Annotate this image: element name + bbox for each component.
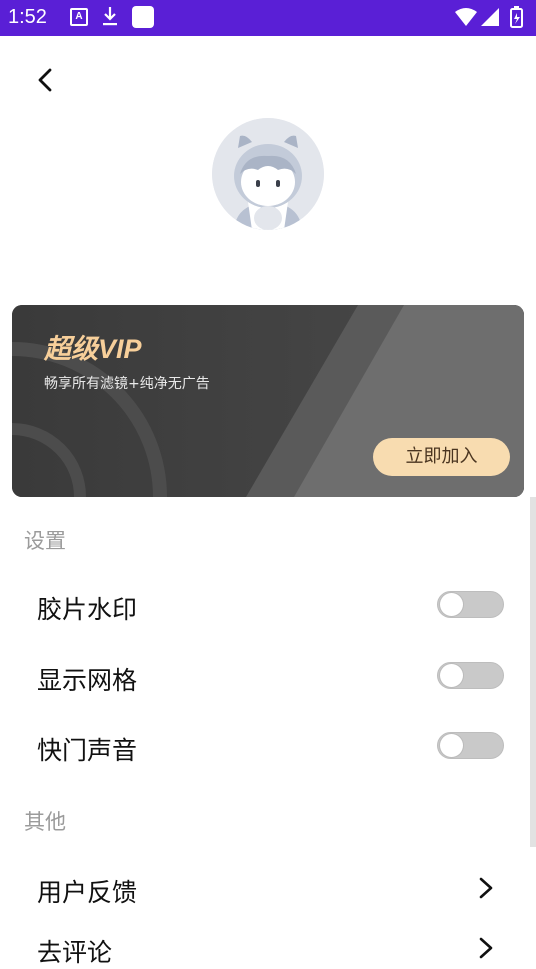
status-time: 1:52 (8, 6, 47, 28)
settings-section-title: 设置 (24, 529, 66, 553)
toggle-knob (440, 593, 463, 616)
toggle-knob (440, 664, 463, 687)
wifi-icon (455, 8, 477, 26)
user-feedback-item[interactable]: 用户反馈 (37, 873, 137, 909)
show-grid-label: 显示网格 (37, 666, 138, 695)
chevron-right-icon[interactable] (474, 873, 498, 903)
vip-title: 超级VIP (44, 334, 142, 364)
blank-notification-icon (132, 6, 154, 28)
toggle-knob (440, 734, 463, 757)
join-vip-button[interactable]: 立即加入 (373, 438, 510, 476)
write-review-item[interactable]: 去评论 (37, 933, 112, 969)
back-button[interactable] (28, 62, 64, 98)
vip-subtitle: 畅享所有滤镜+纯净无广告 (44, 376, 210, 392)
shutter-sound-toggle[interactable] (437, 732, 504, 759)
show-grid-toggle[interactable] (437, 662, 504, 689)
shutter-sound-label: 快门声音 (37, 736, 138, 765)
download-icon (102, 5, 118, 31)
signal-icon (481, 8, 499, 26)
a-notification-icon: A (70, 8, 88, 26)
film-watermark-label: 胶片水印 (37, 595, 138, 624)
status-bar: 1:52 A (0, 0, 536, 36)
avatar-cat-icon (212, 118, 324, 230)
chevron-left-icon (38, 68, 52, 92)
other-section-title: 其他 (24, 810, 66, 834)
status-right-icons (453, 6, 528, 34)
scrollbar[interactable] (530, 497, 536, 847)
battery-icon (510, 6, 523, 28)
chevron-right-icon[interactable] (474, 933, 498, 963)
film-watermark-toggle[interactable] (437, 591, 504, 618)
avatar[interactable] (212, 118, 324, 230)
vip-banner[interactable]: 超级VIP 畅享所有滤镜+纯净无广告 立即加入 (12, 305, 524, 497)
